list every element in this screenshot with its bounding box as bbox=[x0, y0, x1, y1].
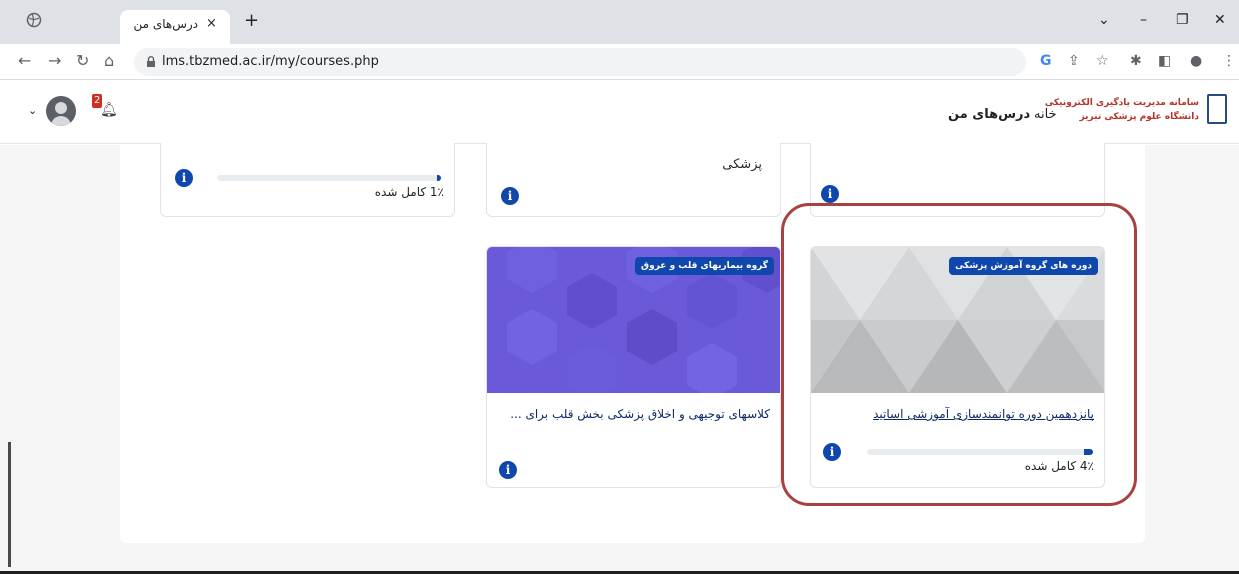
progress-bar-fill bbox=[436, 175, 441, 181]
progress-bar bbox=[217, 175, 441, 181]
info-icon[interactable]: i bbox=[821, 185, 839, 203]
forward-arrow-icon[interactable]: → bbox=[48, 53, 61, 69]
course-title[interactable]: پزشکی bbox=[722, 157, 762, 172]
globe-icon bbox=[26, 12, 42, 28]
extensions-icon[interactable]: ✱ bbox=[1130, 54, 1142, 68]
progress-text: 1٪ کامل شده bbox=[374, 185, 444, 199]
url-text: lms.tbzmed.ac.ir/my/courses.php bbox=[162, 54, 379, 69]
profile-icon[interactable]: ● bbox=[1190, 54, 1202, 68]
restore-icon[interactable]: ❐ bbox=[1176, 12, 1189, 28]
logo-title: سامانه مدیریت یادگیری الکترونیکی bbox=[1044, 98, 1199, 108]
scrollbar[interactable] bbox=[8, 442, 11, 567]
notifications-button[interactable]: 2 🔔︎ bbox=[92, 94, 118, 122]
close-tab-icon[interactable]: × bbox=[206, 16, 217, 31]
home-icon[interactable]: ⌂ bbox=[104, 53, 114, 69]
new-tab-button[interactable]: + bbox=[244, 12, 259, 30]
category-badge: گروه بیماریهای قلب و عروق bbox=[635, 257, 774, 275]
user-menu[interactable]: ⌄ bbox=[28, 96, 88, 130]
browser-tab[interactable]: درس‌های من × bbox=[120, 10, 230, 44]
lock-icon bbox=[147, 56, 155, 67]
back-arrow-icon[interactable]: ← bbox=[18, 53, 31, 69]
google-icon[interactable]: G bbox=[1040, 54, 1052, 68]
address-bar[interactable]: lms.tbzmed.ac.ir/my/courses.php bbox=[134, 48, 1026, 76]
course-card[interactable]: پزشکی i bbox=[486, 143, 781, 217]
course-card[interactable]: i 1٪ کامل شده bbox=[160, 143, 455, 217]
info-icon[interactable]: i bbox=[501, 187, 519, 205]
bell-icon: 🔔︎ bbox=[100, 102, 118, 118]
browser-tab-bar: درس‌های من × + ⌄ – ❐ ✕ bbox=[0, 0, 1239, 44]
course-card[interactable]: گروه بیماریهای قلب و عروق کلاسهای توجیهی… bbox=[486, 246, 781, 488]
reload-icon[interactable]: ↻ bbox=[76, 53, 89, 69]
info-icon[interactable]: i bbox=[175, 169, 193, 187]
site-header: سامانه مدیریت یادگیری الکترونیکی دانشگاه… bbox=[0, 80, 1239, 144]
close-window-icon[interactable]: ✕ bbox=[1214, 12, 1226, 28]
bookmark-star-icon[interactable]: ☆ bbox=[1096, 54, 1109, 68]
logo-subtitle: دانشگاه علوم پزشکی تبریز bbox=[1079, 112, 1199, 122]
menu-dots-icon[interactable]: ⋮ bbox=[1222, 54, 1236, 68]
chevron-down-icon: ⌄ bbox=[28, 104, 38, 117]
university-logo[interactable] bbox=[1207, 94, 1227, 124]
share-icon[interactable]: ⇪ bbox=[1068, 54, 1080, 68]
nav-home[interactable]: خانه bbox=[1034, 107, 1057, 122]
chevron-down-icon[interactable]: ⌄ bbox=[1098, 12, 1110, 28]
avatar bbox=[46, 96, 76, 126]
browser-toolbar: ← → ↻ ⌂ lms.tbzmed.ac.ir/my/courses.php … bbox=[0, 44, 1239, 80]
nav-my-courses[interactable]: درس‌های من bbox=[948, 107, 1030, 122]
course-title-link[interactable]: کلاسهای توجیهی و اخلاق پزشکی بخش قلب برا… bbox=[510, 407, 770, 421]
tab-title: درس‌های من bbox=[133, 17, 198, 31]
minimize-icon[interactable]: – bbox=[1140, 12, 1147, 28]
side-panel-icon[interactable]: ◧ bbox=[1158, 54, 1171, 68]
highlight-annotation bbox=[781, 203, 1137, 506]
course-image[interactable]: گروه بیماریهای قلب و عروق bbox=[487, 247, 780, 399]
info-icon[interactable]: i bbox=[499, 461, 517, 479]
